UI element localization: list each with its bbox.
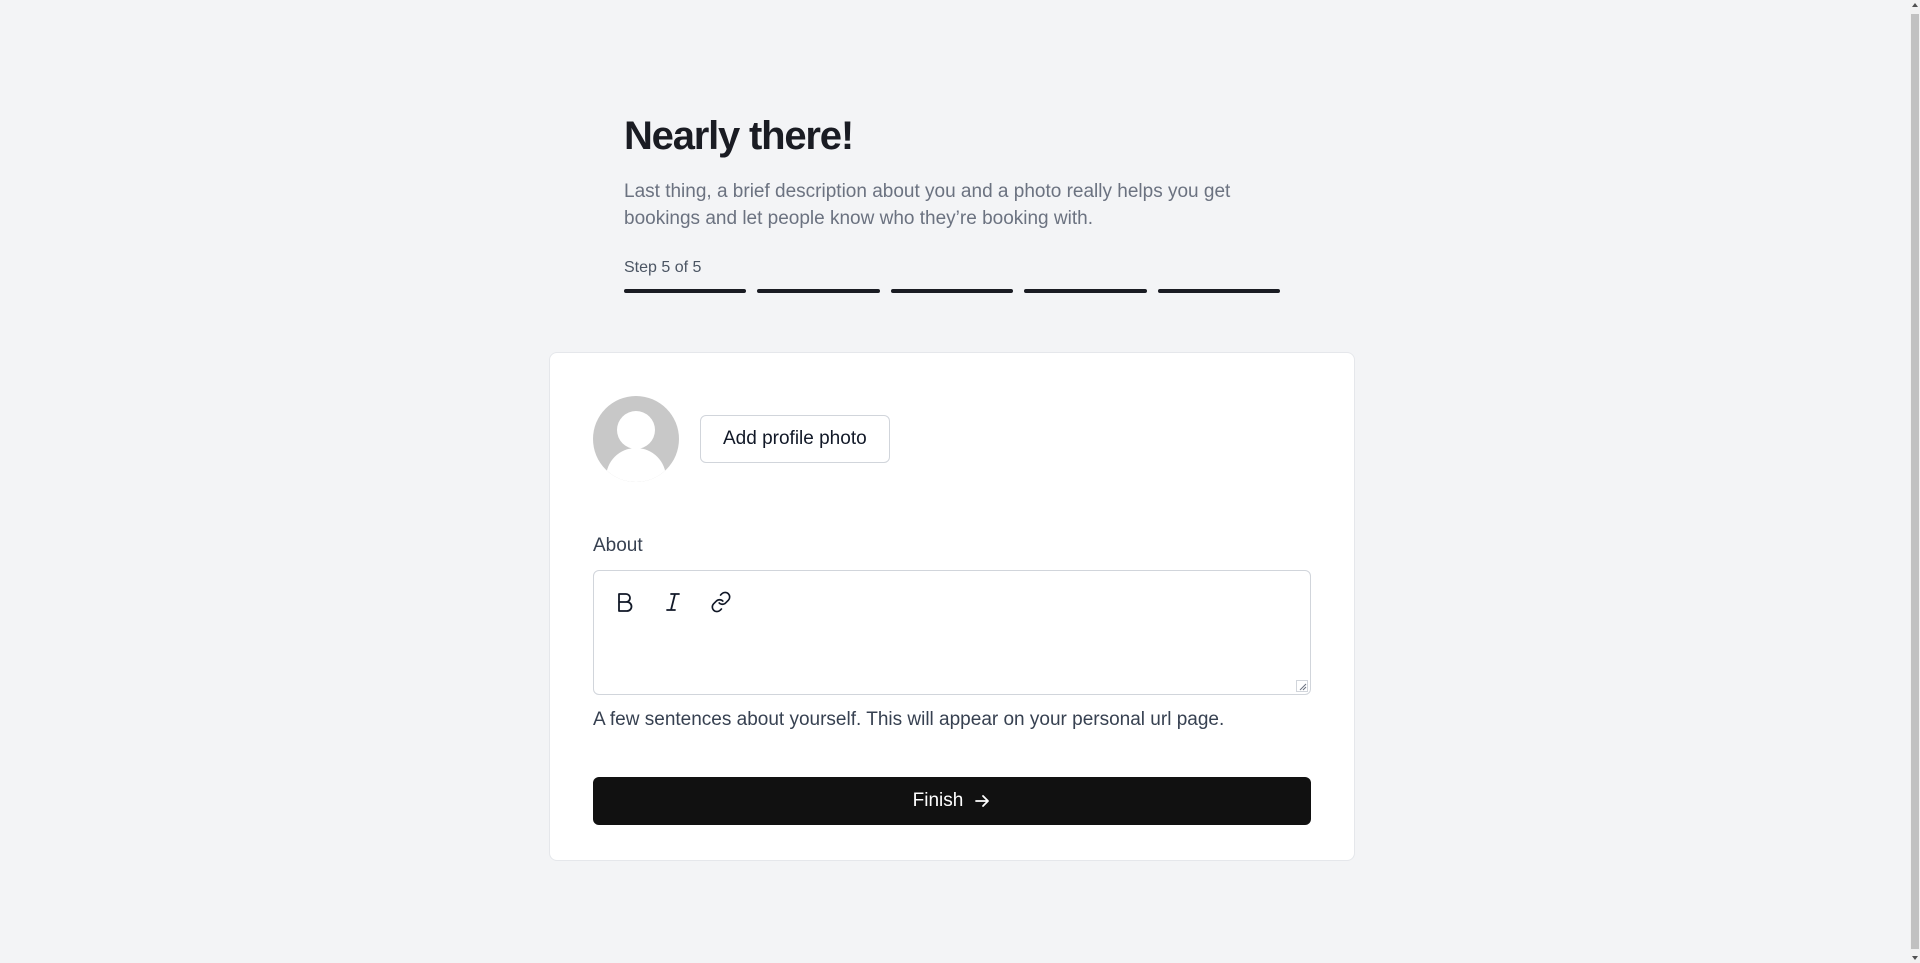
user-avatar-placeholder-icon [593,396,679,482]
about-editor[interactable] [593,570,1311,695]
arrow-right-icon [975,795,990,807]
add-profile-photo-button[interactable]: Add profile photo [700,415,890,463]
bold-icon[interactable] [610,587,640,617]
page-scrollbar[interactable] [1910,0,1920,963]
resize-handle-icon[interactable] [1296,680,1308,692]
onboarding-page: Nearly there! Last thing, a brief descri… [549,0,1355,861]
onboarding-header: Nearly there! Last thing, a brief descri… [549,0,1281,293]
scroll-up-icon[interactable] [1912,3,1918,7]
about-label: About [593,535,643,556]
page-subtitle: Last thing, a brief description about yo… [624,181,1231,229]
step-bar-5 [1157,289,1281,293]
step-bar-2 [757,289,880,293]
scroll-down-icon[interactable] [1912,956,1918,960]
page-title: Nearly there! [624,114,854,158]
step-progress [624,289,1281,293]
scrollbar-thumb[interactable] [1911,14,1919,949]
step-indicator-label: Step 5 of 5 [624,259,702,276]
profile-card: Add profile photo About A few sentences … [549,352,1355,861]
italic-icon[interactable] [658,587,688,617]
editor-toolbar [594,571,1310,617]
about-help-text: A few sentences about yourself. This wil… [593,709,1225,730]
profile-photo-row: Add profile photo [593,396,1311,482]
step-bar-4 [1024,289,1147,293]
step-bar-1 [624,289,747,293]
step-bar-3 [890,289,1014,293]
link-icon[interactable] [706,587,736,617]
finish-button[interactable]: Finish [593,777,1311,825]
finish-button-label: Finish [912,790,964,811]
